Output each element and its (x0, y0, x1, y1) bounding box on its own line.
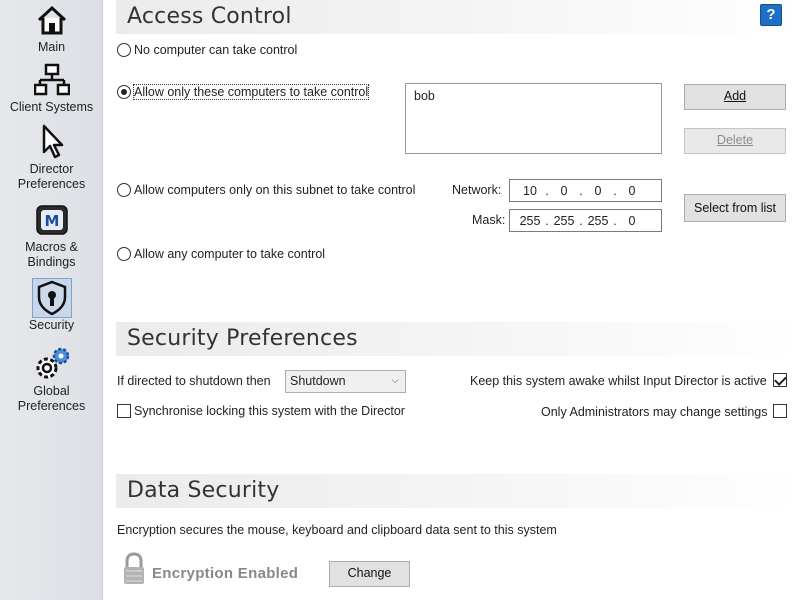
ip-dot: . (579, 213, 583, 228)
sync-lock-label: Synchronise locking this system with the… (134, 404, 405, 418)
sidebar-item-global-preferences[interactable]: Global Preferences (0, 344, 103, 414)
button-label: Delete (716, 133, 754, 147)
radio-label: No computer can take control (134, 43, 298, 57)
keep-awake-checkbox[interactable] (773, 373, 787, 387)
data-security-header: Data Security (116, 474, 800, 508)
button-label: Change (347, 566, 392, 580)
radio-no-computer[interactable] (117, 43, 131, 57)
ip-octet[interactable]: 0 (620, 184, 644, 198)
network-label: Network: (452, 183, 502, 197)
sidebar-item-main[interactable]: Main (0, 0, 103, 55)
encryption-description: Encryption secures the mouse, keyboard a… (117, 523, 557, 537)
cursor-icon (32, 122, 72, 162)
radio-any-computer[interactable] (117, 247, 131, 261)
ip-dot: . (545, 213, 549, 228)
sidebar-item-client-systems[interactable]: Client Systems (0, 60, 103, 115)
ip-octet[interactable]: 0 (586, 184, 610, 198)
help-icon: ? (766, 6, 776, 23)
section-title: Access Control (127, 4, 292, 29)
section-title: Security Preferences (127, 326, 358, 351)
sidebar-item-label: Client Systems (9, 100, 94, 114)
help-button[interactable]: ? (760, 4, 782, 26)
radio-subnet[interactable] (117, 183, 131, 197)
mask-label: Mask: (472, 213, 506, 227)
svg-text:M: M (44, 212, 59, 230)
admin-only-label: Only Administrators may change settings (541, 405, 768, 419)
sidebar-item-label: Bindings (27, 255, 76, 269)
radio-label: Allow only these computers to take contr… (132, 84, 370, 100)
macro-icon: M (32, 200, 72, 240)
keep-awake-label: Keep this system awake whilst Input Dire… (470, 374, 767, 388)
sidebar-item-director-preferences[interactable]: Director Preferences (0, 122, 103, 192)
mask-ip-field[interactable]: 255. 255. 255. 0 (509, 209, 662, 232)
sidebar-item-label: Global (33, 384, 70, 398)
button-label: Add (723, 89, 747, 103)
sidebar-item-security[interactable]: Security (0, 278, 103, 333)
ip-octet[interactable]: 10 (518, 184, 542, 198)
select-value: Shutdown (290, 374, 346, 388)
radio-label: Allow computers only on this subnet to t… (134, 183, 416, 197)
sidebar-item-label: Preferences (17, 177, 86, 191)
access-control-header: Access Control (116, 0, 800, 34)
ip-octet[interactable]: 255 (552, 214, 576, 228)
ip-octet[interactable]: 255 (518, 214, 542, 228)
ip-dot: . (613, 183, 617, 198)
sync-lock-checkbox[interactable] (117, 404, 131, 418)
network-ip-field[interactable]: 10. 0. 0. 0 (509, 179, 662, 202)
shutdown-select[interactable]: Shutdown ⌵ (285, 370, 406, 393)
allowed-computers-list[interactable]: bob (405, 83, 662, 154)
ip-dot: . (613, 213, 617, 228)
lock-icon (122, 552, 146, 589)
sidebar-item-macros-bindings[interactable]: M Macros & Bindings (0, 200, 103, 270)
network-icon (32, 60, 72, 100)
ip-dot: . (579, 183, 583, 198)
encryption-status: Encryption Enabled (152, 565, 299, 582)
admin-only-checkbox[interactable] (773, 404, 787, 418)
ip-octet[interactable]: 0 (552, 184, 576, 198)
change-button[interactable]: Change (329, 561, 410, 587)
sidebar-item-label: Macros & (25, 240, 78, 254)
delete-button[interactable]: Delete (684, 128, 786, 154)
section-title: Data Security (127, 478, 280, 503)
ip-octet[interactable]: 0 (620, 214, 644, 228)
home-icon (32, 0, 72, 40)
add-button[interactable]: Add (684, 84, 786, 110)
sidebar-item-label: Director (29, 162, 74, 176)
gears-icon (32, 344, 72, 384)
list-item[interactable]: bob (414, 89, 653, 103)
shield-icon (31, 278, 72, 318)
ip-dot: . (545, 183, 549, 198)
shutdown-label: If directed to shutdown then (117, 374, 271, 388)
ip-octet[interactable]: 255 (586, 214, 610, 228)
sidebar-item-label: Security (28, 318, 75, 332)
security-preferences-header: Security Preferences (116, 322, 800, 356)
radio-allow-only-these[interactable] (117, 85, 131, 99)
sidebar-item-label: Main (37, 40, 66, 54)
sidebar-item-label: Preferences (17, 399, 86, 413)
button-label: Select from list (694, 201, 776, 215)
radio-label: Allow any computer to take control (134, 247, 326, 261)
select-from-list-button[interactable]: Select from list (684, 194, 786, 222)
sidebar-nav: Main Client Systems Director Preferences (0, 0, 103, 600)
chevron-down-icon: ⌵ (391, 375, 399, 386)
